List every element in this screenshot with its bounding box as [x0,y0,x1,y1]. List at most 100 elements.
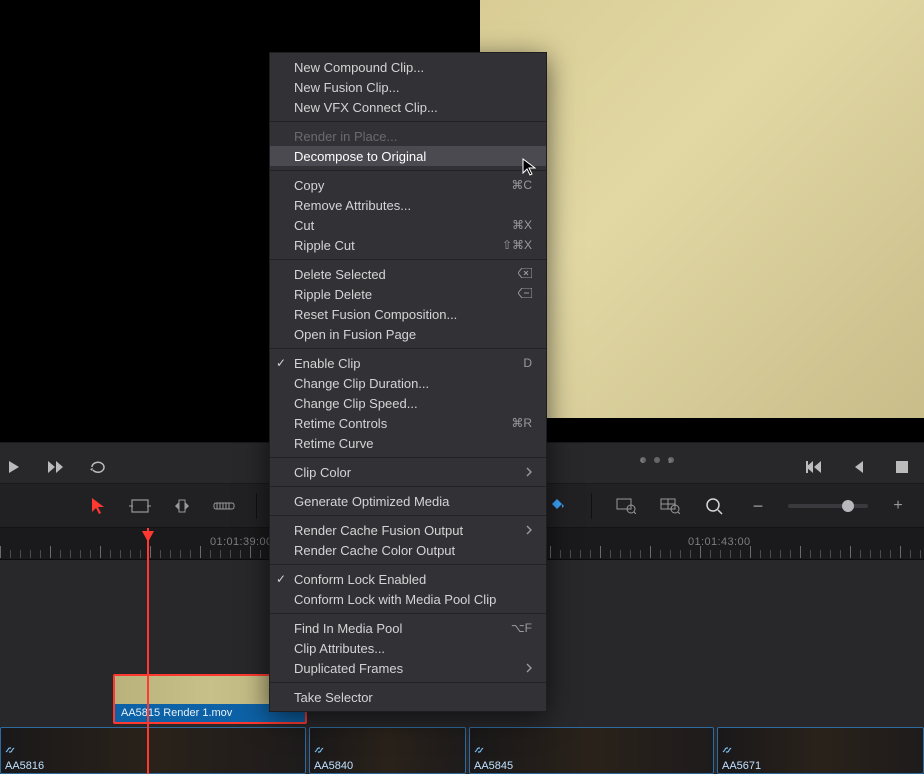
menu-item[interactable]: Cut ⌘X [270,215,546,235]
timeline-clip[interactable]: AA5816 [0,727,306,774]
menu-item-label: Remove Attributes... [294,198,411,213]
menu-item[interactable]: Copy ⌘C [270,175,546,195]
flag-icon[interactable] [543,492,571,520]
menu-item-label: Take Selector [294,690,373,705]
menu-item[interactable]: Retime Curve [270,433,546,453]
link-icon [4,744,16,759]
menu-item[interactable]: New Fusion Clip... [270,77,546,97]
shortcut-label: D [523,356,532,370]
menu-item-label: Duplicated Frames [294,661,403,676]
clip-label: AA5815 Render 1.mov [121,707,232,719]
menu-item-label: Cut [294,218,314,233]
menu-item[interactable]: Clip Color [270,462,546,482]
menu-item-label: Conform Lock with Media Pool Clip [294,592,496,607]
menu-item-label: Ripple Delete [294,287,372,302]
loop-icon[interactable] [84,453,112,481]
menu-item-label: New Compound Clip... [294,60,424,75]
shortcut-label: ⌥F [511,621,532,635]
menu-item[interactable]: Duplicated Frames [270,658,546,678]
menu-item-label: Render Cache Color Output [294,543,455,558]
shortcut-label: ⌘R [511,416,532,430]
zoom-in-icon[interactable]: + [884,492,912,520]
menu-item[interactable]: Change Clip Duration... [270,373,546,393]
menu-item-label: Clip Attributes... [294,641,385,656]
shortcut-label: ⇧⌘X [502,238,532,252]
menu-item[interactable]: Generate Optimized Media [270,491,546,511]
menu-item[interactable]: Clip Attributes... [270,638,546,658]
zoom-slider[interactable] [788,504,868,508]
blade-tool-icon[interactable] [210,492,238,520]
menu-item[interactable]: Remove Attributes... [270,195,546,215]
menu-item-label: Conform Lock Enabled [294,572,426,587]
video-track[interactable]: AA5816 AA5840 AA5845 AA5671 [0,727,924,774]
clip-name-label: AA5845 [474,760,513,772]
menu-item[interactable]: Retime Controls⌘R [270,413,546,433]
context-menu[interactable]: New Compound Clip... New Fusion Clip... Ne… [269,52,547,712]
menu-item[interactable]: Find In Media Pool ⌥F [270,618,546,638]
check-icon: ✓ [276,572,286,586]
menu-item[interactable]: Open in Fusion Page [270,324,546,344]
playhead[interactable] [147,528,149,774]
menu-item-label: Clip Color [294,465,351,480]
chevron-right-icon [526,465,532,480]
menu-item[interactable]: Ripple Delete [270,284,546,304]
menu-item[interactable]: ✓ Conform Lock Enabled [270,569,546,589]
timeline-clip[interactable]: AA5840 [309,727,466,774]
menu-item[interactable]: Reset Fusion Composition... [270,304,546,324]
menu-item-label: Open in Fusion Page [294,327,416,342]
menu-item[interactable]: Ripple Cut ⇧⌘X [270,235,546,255]
timeline-clip[interactable]: AA5671 [717,727,924,774]
link-icon [313,744,325,759]
menu-item[interactable]: Conform Lock with Media Pool Clip [270,589,546,609]
menu-item[interactable]: Render Cache Fusion Output [270,520,546,540]
clip-name-label: AA5840 [314,760,353,772]
shortcut-label: ⌘C [511,178,532,192]
clip-name-label: AA5671 [722,760,761,772]
mouse-cursor-icon [522,158,536,176]
trim-tool-icon[interactable] [126,492,154,520]
menu-item[interactable]: Change Clip Speed... [270,393,546,413]
menu-item-label: Copy [294,178,324,193]
menu-item[interactable]: Delete Selected [270,264,546,284]
menu-item-label: Reset Fusion Composition... [294,307,457,322]
menu-item[interactable]: Take Selector [270,687,546,707]
menu-item[interactable]: Render Cache Color Output [270,540,546,560]
selection-tool-icon[interactable] [84,492,112,520]
menu-item[interactable]: New VFX Connect Clip... [270,97,546,117]
menu-item-label: Decompose to Original [294,149,426,164]
shortcut-label: ⌘X [512,218,532,232]
menu-item-label: Render in Place... [294,129,397,144]
menu-item[interactable]: New Compound Clip... [270,57,546,77]
menu-item-label: Ripple Cut [294,238,355,253]
zoom-out-icon[interactable]: − [744,492,772,520]
link-icon [721,744,733,759]
clip-name-label: AA5816 [5,760,44,772]
toolbar-divider [256,493,257,519]
toolbar-divider [591,493,592,519]
dynamic-trim-icon[interactable] [168,492,196,520]
zoom-fit-icon[interactable] [612,492,640,520]
next-icon[interactable] [42,453,70,481]
menu-item-label: Find In Media Pool [294,621,402,636]
menu-item-label: Change Clip Duration... [294,376,429,391]
zoom-detail-icon[interactable] [656,492,684,520]
ripple-del-icon [518,287,532,301]
menu-item-label: Change Clip Speed... [294,396,418,411]
zoom-custom-icon[interactable] [700,492,728,520]
backspace-icon [518,267,532,281]
link-icon [473,744,485,759]
page-dots[interactable]: ‹› [640,457,674,463]
prev-frame-icon[interactable] [844,453,872,481]
menu-item-label: Retime Curve [294,436,373,451]
menu-item[interactable]: ✓ Enable Clip D [270,353,546,373]
menu-item-label: New VFX Connect Clip... [294,100,438,115]
menu-item-label: Delete Selected [294,267,386,282]
check-icon: ✓ [276,356,286,370]
stop-icon[interactable] [888,453,916,481]
menu-item[interactable]: Decompose to Original [270,146,546,166]
timeline-clip[interactable]: AA5845 [469,727,714,774]
play-icon[interactable] [0,453,28,481]
menu-item-label: Enable Clip [294,356,361,371]
menu-item: Render in Place... [270,126,546,146]
first-frame-icon[interactable] [800,453,828,481]
